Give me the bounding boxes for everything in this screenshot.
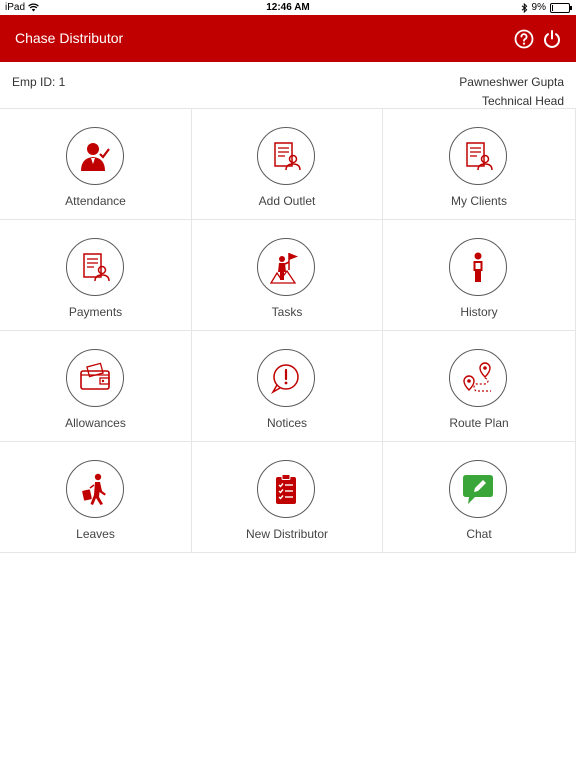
user-role: Technical Head	[481, 94, 564, 108]
app-header: Chase Distributor	[0, 15, 576, 62]
menu-tile-tasks[interactable]: Tasks	[192, 220, 383, 331]
leaves-icon	[65, 460, 124, 518]
attendance-icon	[65, 127, 124, 185]
history-icon	[449, 238, 507, 296]
menu-label: Notices	[266, 416, 307, 430]
new-distributor-icon	[257, 460, 315, 518]
menu-tile-leaves[interactable]: Leaves	[0, 442, 192, 553]
menu-tile-my-clients[interactable]: My Clients	[383, 109, 576, 220]
help-icon[interactable]	[514, 29, 534, 49]
menu-label: Leaves	[76, 527, 115, 541]
menu-label: Chat	[466, 527, 492, 541]
chat-icon	[449, 460, 507, 518]
menu-tile-notices[interactable]: Notices	[192, 331, 383, 442]
user-info: Emp ID: 1 Pawneshwer Gupta Technical Hea…	[0, 62, 576, 108]
status-time: 12:46 AM	[266, 2, 310, 13]
battery-percent: 9%	[531, 2, 546, 13]
menu-label: Allowances	[65, 416, 126, 430]
menu-label: My Clients	[450, 194, 507, 208]
bluetooth-icon	[521, 2, 527, 13]
menu-label: Payments	[68, 305, 123, 319]
menu-label: History	[460, 305, 498, 319]
add-outlet-icon	[257, 127, 315, 185]
menu-tile-chat[interactable]: Chat	[383, 442, 576, 553]
menu-tile-history[interactable]: History	[383, 220, 576, 331]
route-plan-icon	[449, 349, 507, 407]
app-title: Chase Distributor	[15, 30, 124, 46]
menu-label: New Distributor	[245, 527, 329, 541]
tasks-icon	[257, 238, 315, 296]
menu-label: Tasks	[271, 305, 303, 319]
menu-grid: Attendance Add Outlet My Clients Payment…	[0, 108, 576, 553]
status-bar: iPad 12:46 AM 9%	[0, 0, 576, 15]
menu-tile-add-outlet[interactable]: Add Outlet	[192, 109, 383, 220]
menu-tile-route-plan[interactable]: Route Plan	[383, 331, 576, 442]
battery-icon	[550, 2, 572, 13]
status-right: 9%	[521, 2, 572, 13]
allowances-icon	[65, 349, 124, 407]
menu-tile-attendance[interactable]: Attendance	[0, 109, 192, 220]
menu-tile-payments[interactable]: Payments	[0, 220, 192, 331]
menu-tile-new-distributor[interactable]: New Distributor	[192, 442, 383, 553]
my-clients-icon	[449, 127, 507, 185]
menu-label: Add Outlet	[258, 194, 316, 208]
power-icon[interactable]	[542, 29, 562, 49]
user-name: Pawneshwer Gupta	[459, 75, 564, 89]
menu-label: Attendance	[65, 194, 126, 208]
emp-id: Emp ID: 1	[12, 75, 66, 89]
notices-icon	[257, 349, 315, 407]
payments-icon	[65, 238, 124, 296]
menu-label: Route Plan	[449, 416, 509, 430]
menu-tile-allowances[interactable]: Allowances	[0, 331, 192, 442]
